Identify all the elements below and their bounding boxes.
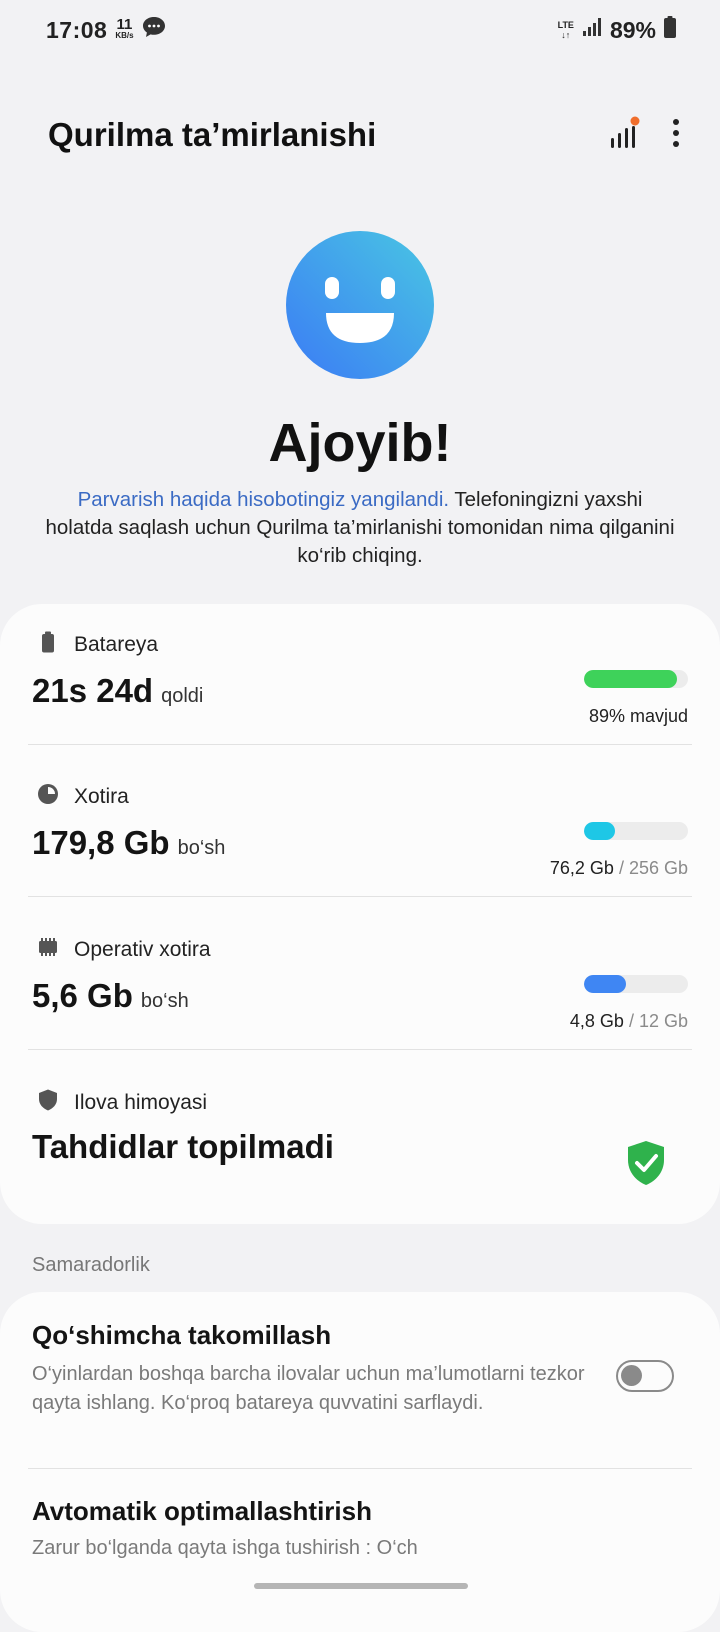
storage-usage: 76,2 Gb / 256 Gb [549, 858, 688, 878]
hero-description: Parvarish haqida hisobotingiz yangilandi… [45, 488, 675, 567]
divider [28, 1049, 692, 1050]
signal-icon [582, 17, 602, 43]
ram-section[interactable]: Operativ xotira 5,6 Gb bo‘sh 4,8 Gb / 12… [0, 909, 720, 1065]
protection-status: Tahdidlar topilmadi [32, 1128, 334, 1165]
home-indicator[interactable] [254, 1583, 468, 1589]
auto-optimize-title: Avtomatik optimallashtirish [32, 1496, 372, 1526]
status-bar: 17:08 11 KB/s LTE ↓↑ 89% [0, 0, 720, 60]
enhanced-processing-title: Qo‘shimcha takomillash [32, 1320, 332, 1350]
shield-icon [36, 1088, 60, 1118]
message-icon [142, 16, 166, 44]
report-bars-icon[interactable] [608, 116, 640, 155]
storage-progress-bar [584, 822, 688, 840]
performance-card: Qo‘shimcha takomillash O‘yinlardan boshq… [0, 1292, 720, 1632]
report-updated-link[interactable]: Parvarish haqida hisobotingiz yangilandi… [78, 488, 450, 511]
battery-icon [664, 16, 676, 44]
battery-available: 89% mavjud [588, 706, 688, 726]
divider [28, 1468, 692, 1469]
storage-section[interactable]: Xotira 179,8 Gb bo‘sh 76,2 Gb / 256 Gb [0, 756, 720, 912]
lte-indicator: LTE ↓↑ [557, 20, 574, 40]
ram-progress-bar [584, 975, 688, 993]
auto-optimize-description: Zarur bo‘lganda qayta ishga tushirish : … [32, 1537, 418, 1559]
ram-free: 5,6 Gb [32, 977, 133, 1014]
page-title: Qurilma ta’mirlanishi [48, 116, 377, 153]
more-options-icon[interactable] [672, 118, 680, 153]
battery-time-left: 21s 24d [32, 672, 154, 709]
divider [28, 744, 692, 745]
hero-title: Ajoyib! [268, 413, 452, 473]
performance-header: Samaradorlik [32, 1254, 150, 1276]
section-label: Ilova himoyasi [74, 1091, 208, 1114]
shield-check-icon [626, 1140, 666, 1186]
pie-chart-icon [36, 782, 60, 812]
enhanced-processing-description: O‘yinlardan boshqa barcha ilovalar uchun… [32, 1363, 585, 1414]
app-bar: Qurilma ta’mirlanishi [48, 110, 680, 160]
section-label: Batareya [74, 633, 159, 656]
app-protection-section[interactable]: Ilova himoyasi Tahdidlar topilmadi [0, 1062, 720, 1222]
network-speed: 11 KB/s [115, 16, 134, 40]
toggle-knob [621, 1365, 642, 1386]
memory-chip-icon [36, 935, 60, 965]
battery-icon [36, 630, 60, 660]
battery-section[interactable]: Batareya 21s 24d qoldi 89% mavjud [0, 604, 720, 760]
battery-progress-bar [584, 670, 688, 688]
status-card: Batareya 21s 24d qoldi 89% mavjud Xotira… [0, 604, 720, 1224]
status-time: 17:08 [46, 16, 108, 43]
section-label: Operativ xotira [74, 938, 211, 961]
battery-percent: 89% [609, 16, 656, 43]
storage-free: 179,8 Gb [32, 824, 170, 861]
section-label: Xotira [74, 785, 129, 808]
divider [28, 896, 692, 897]
smiley-face-icon [286, 231, 434, 379]
ram-usage: 4,8 Gb / 12 Gb [569, 1011, 688, 1031]
enhanced-processing-toggle[interactable] [616, 1360, 674, 1392]
